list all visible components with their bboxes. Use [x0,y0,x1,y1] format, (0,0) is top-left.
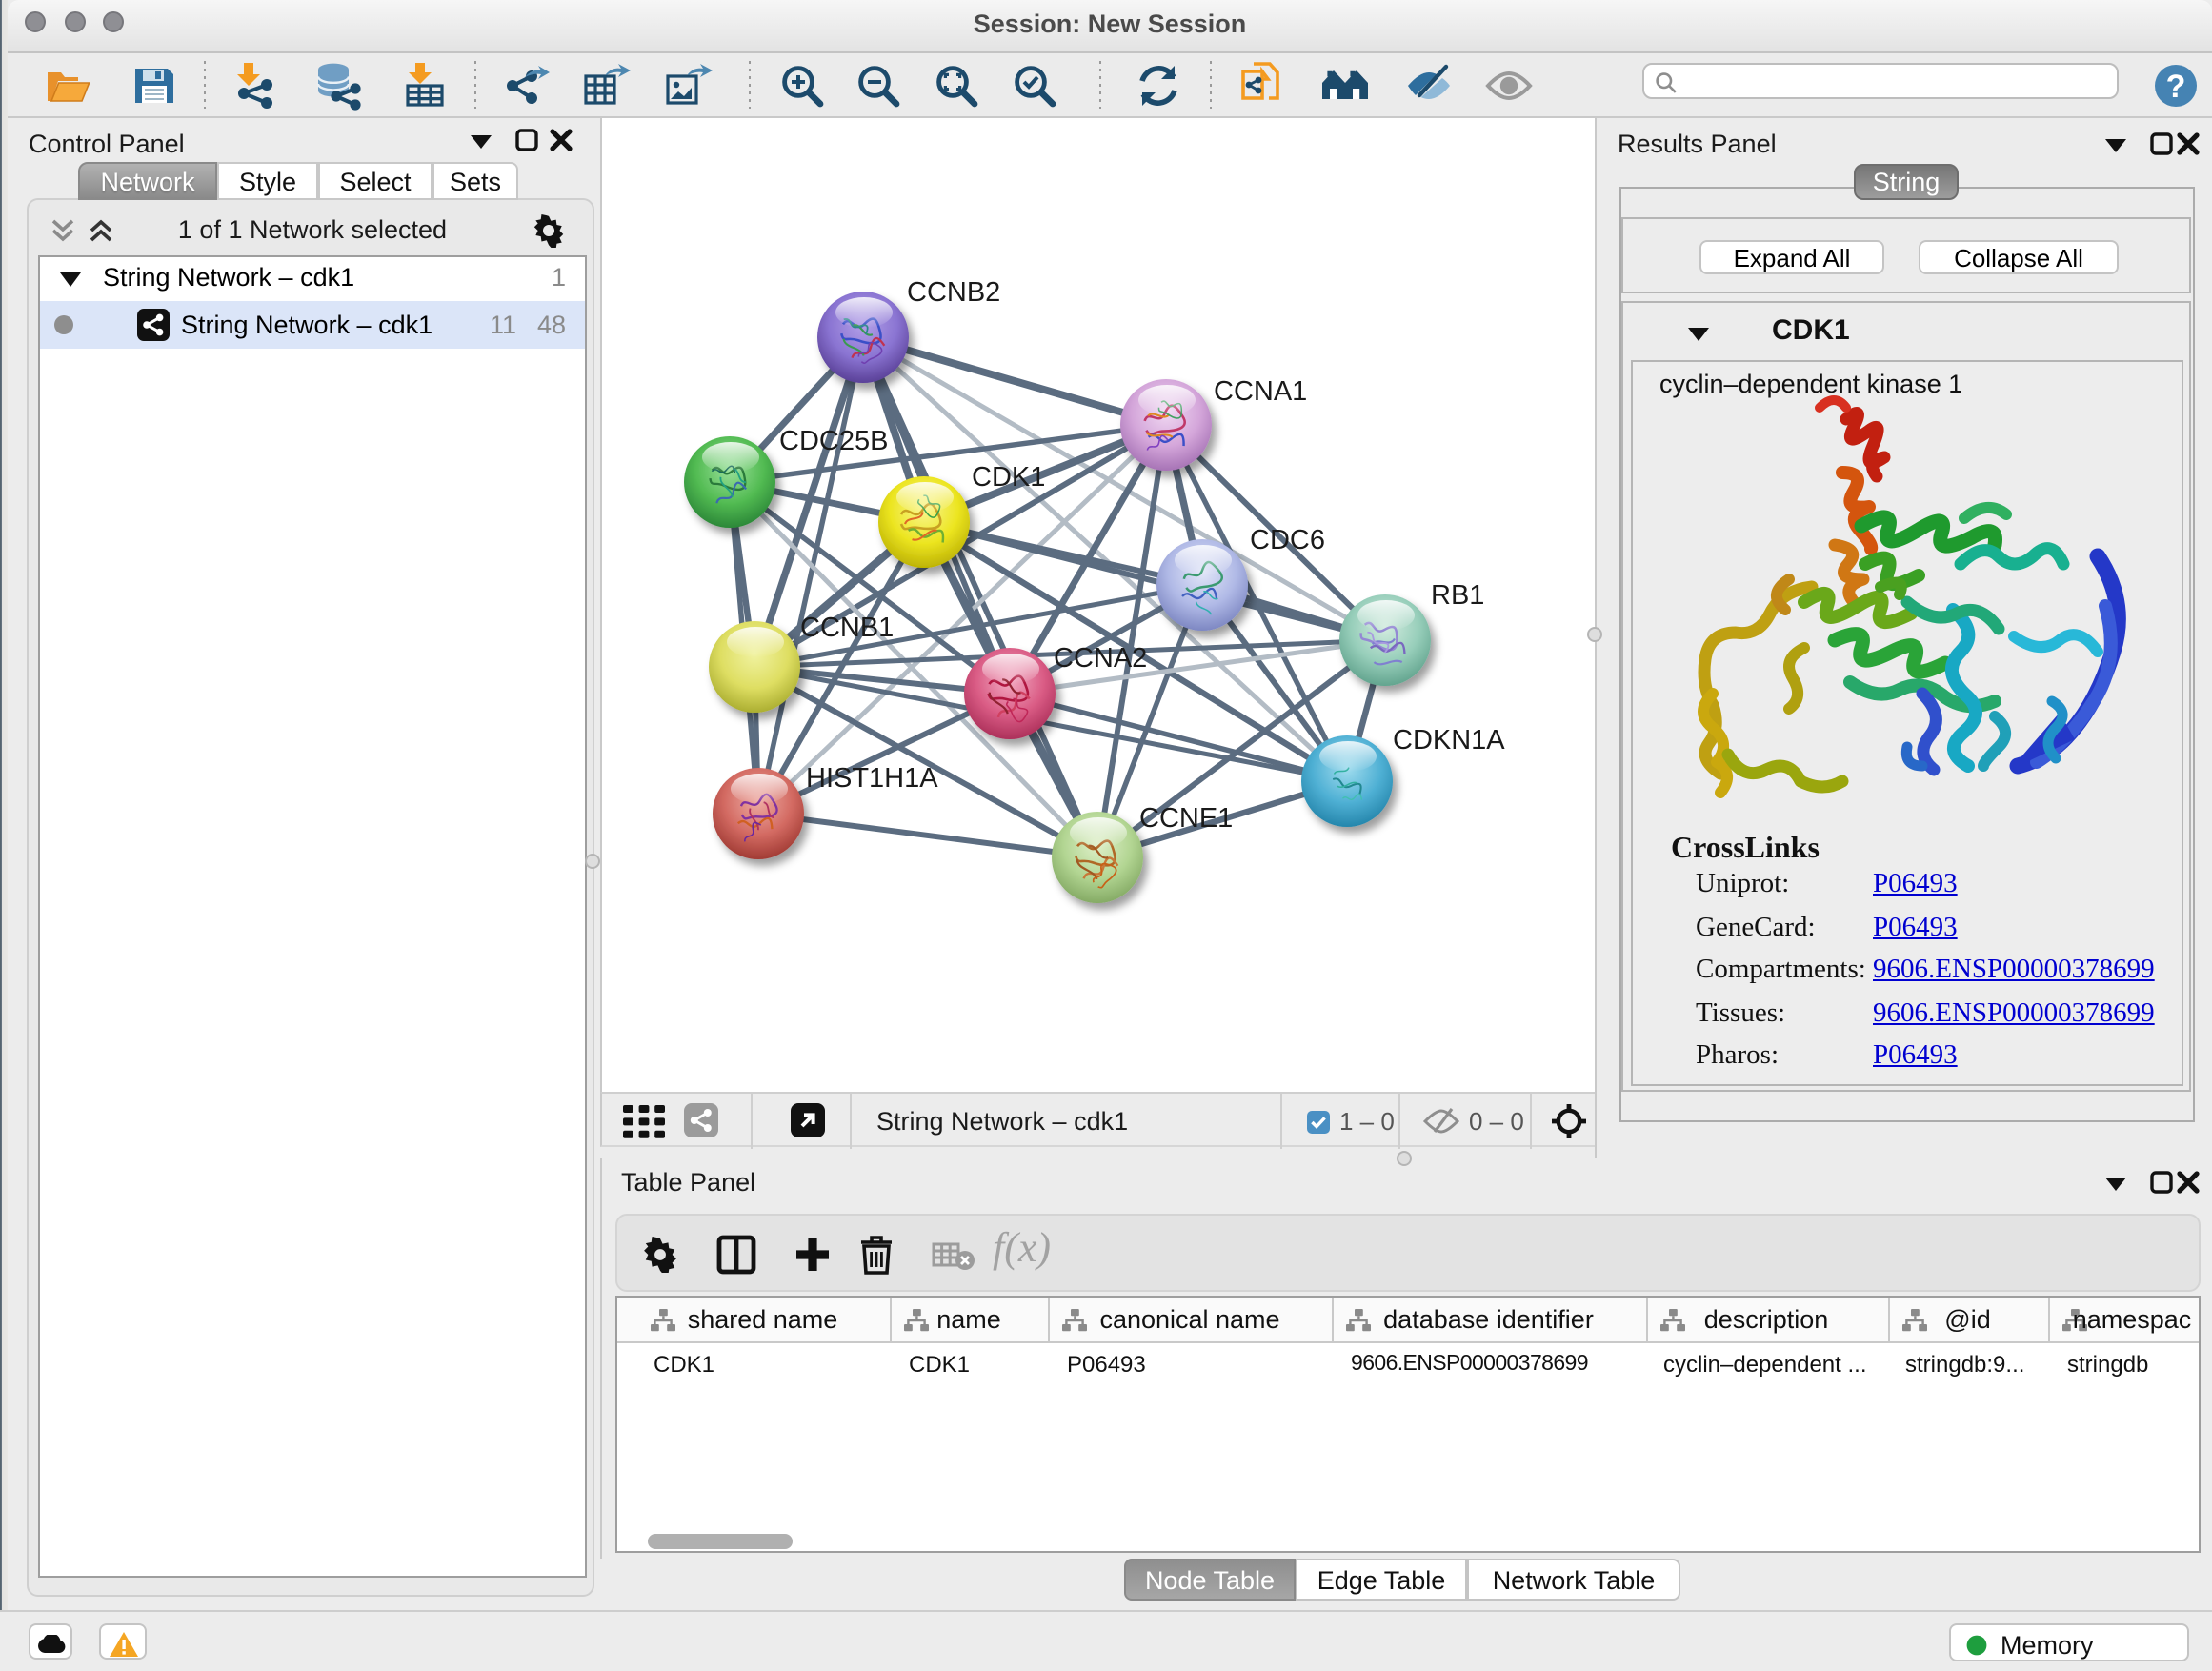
svg-text:CCNB1: CCNB1 [800,613,894,643]
svg-text:?: ? [2165,69,2185,105]
svg-text:CCNA2: CCNA2 [1054,643,1147,674]
svg-text:CDK1: CDK1 [972,462,1045,493]
svg-text:CCNA1: CCNA1 [1214,376,1307,407]
svg-text:HIST1H1A: HIST1H1A [806,763,938,794]
svg-text:CCNE1: CCNE1 [1139,803,1233,834]
svg-text:CCNB2: CCNB2 [907,277,1000,308]
svg-text:CDC25B: CDC25B [779,426,888,456]
svg-text:RB1: RB1 [1431,580,1484,611]
svg-text:CDKN1A: CDKN1A [1393,725,1505,755]
svg-text:CDC6: CDC6 [1250,525,1325,555]
